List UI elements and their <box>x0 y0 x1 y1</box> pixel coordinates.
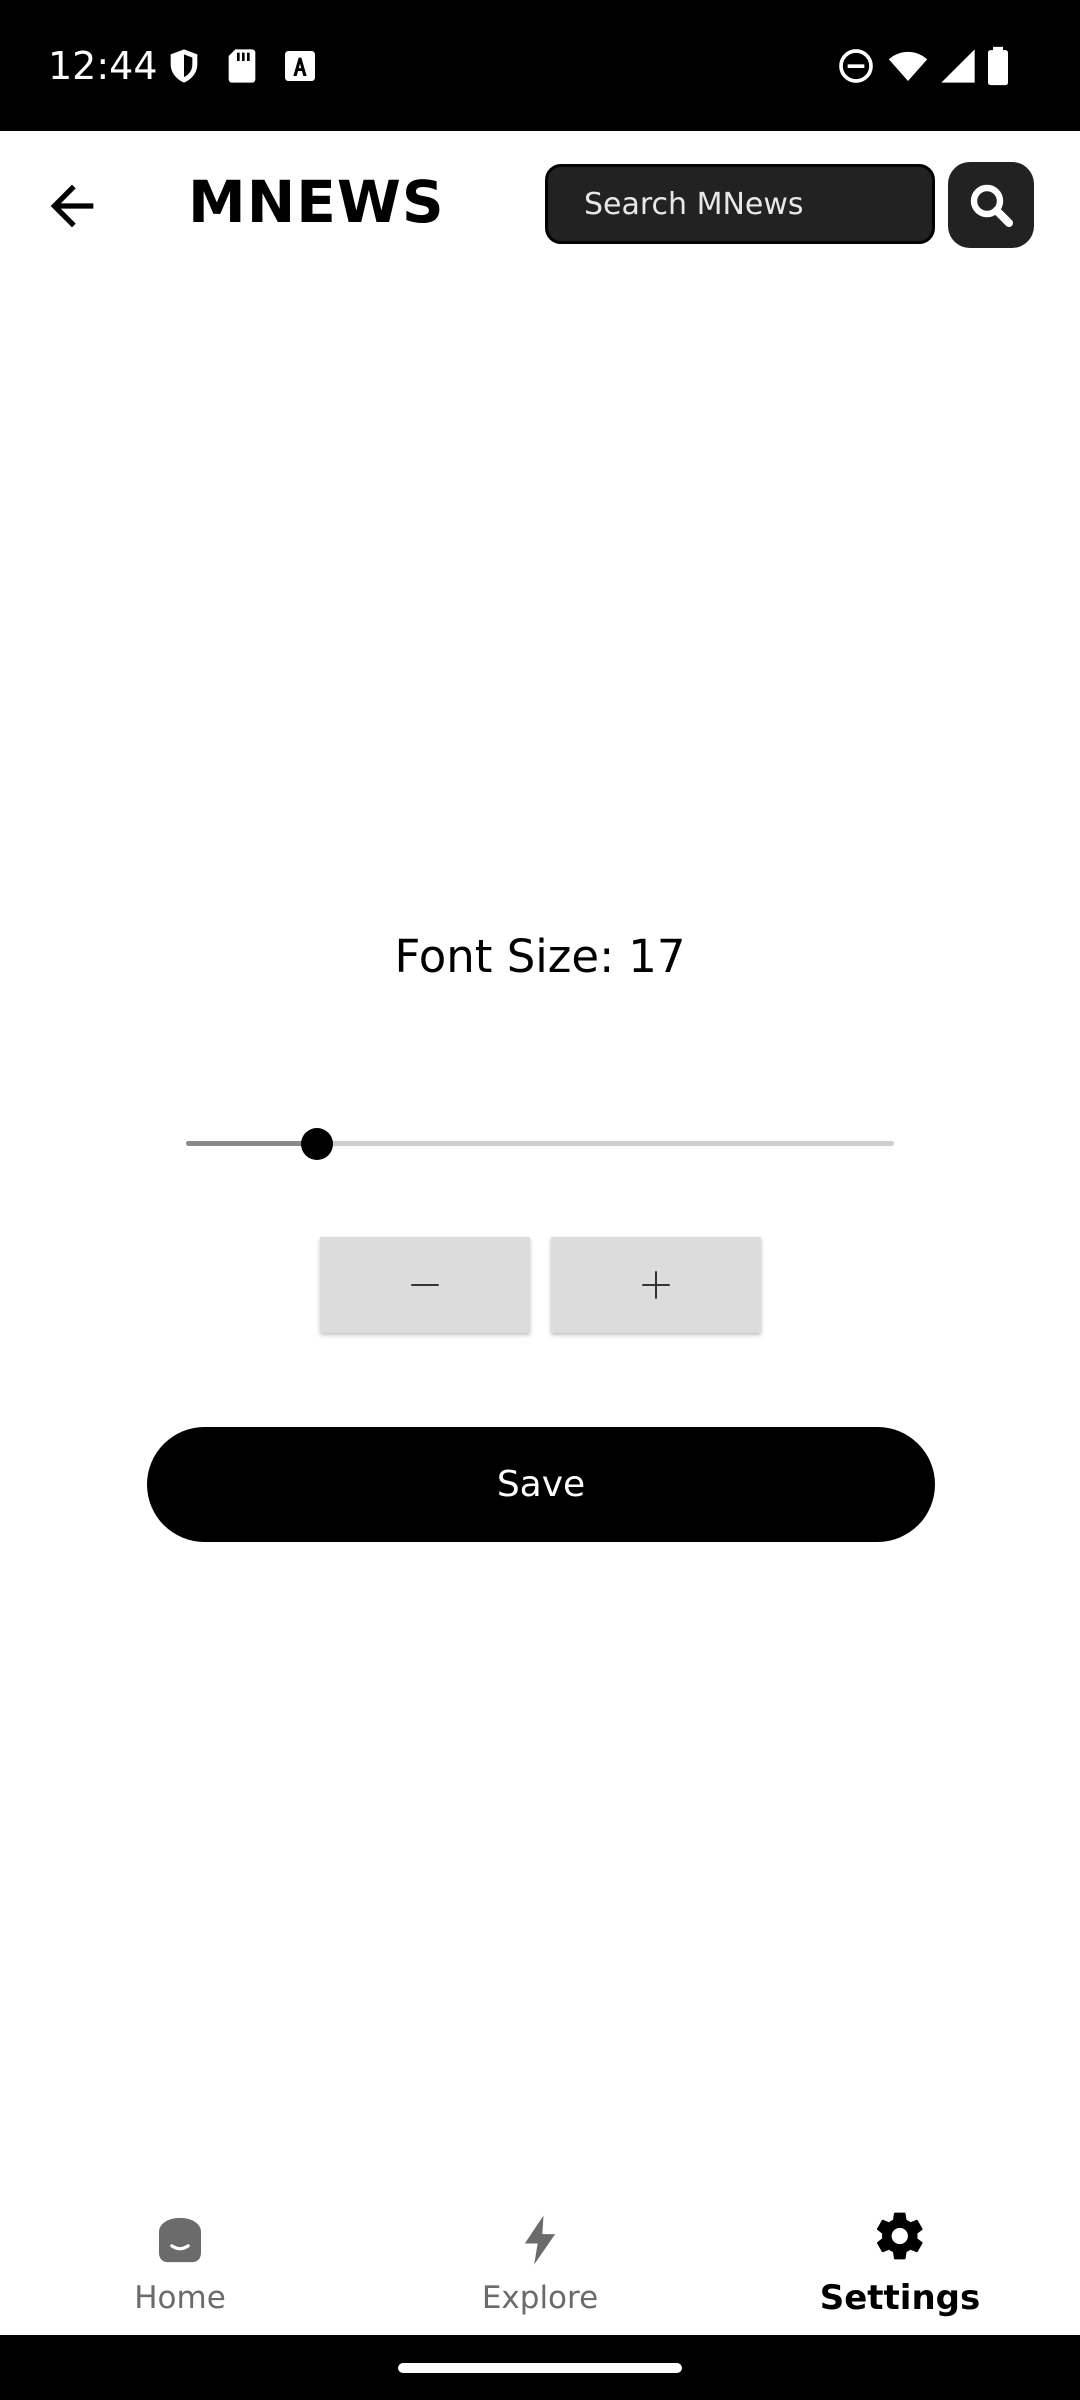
sd-card-icon <box>222 46 262 86</box>
app-logo: MNEWS <box>188 168 445 236</box>
signal-icon <box>938 46 978 86</box>
font-a-icon <box>280 46 320 86</box>
slider-fill <box>186 1141 317 1146</box>
lightning-icon <box>512 2212 568 2268</box>
home-icon <box>152 2212 208 2268</box>
gesture-handle[interactable] <box>398 2363 682 2373</box>
nav-label-home: Home <box>134 2280 226 2316</box>
font-size-slider[interactable] <box>186 1120 894 1168</box>
app-header: MNEWS <box>0 131 1080 281</box>
decrease-font-button[interactable] <box>320 1237 530 1333</box>
font-size-value: 17 <box>628 930 686 983</box>
do-not-disturb-icon <box>836 46 876 86</box>
system-nav-bar <box>0 2335 1080 2400</box>
gear-icon <box>872 2208 928 2264</box>
minus-icon <box>411 1284 439 1286</box>
save-button[interactable]: Save <box>147 1427 935 1542</box>
nav-label-explore: Explore <box>481 2280 599 2316</box>
arrow-left-icon <box>50 184 94 228</box>
battery-icon <box>984 46 1012 86</box>
status-time: 12:44 <box>48 44 158 88</box>
shield-icon <box>164 46 204 86</box>
nav-item-settings[interactable]: Settings <box>720 2190 1080 2335</box>
slider-thumb[interactable] <box>301 1128 333 1160</box>
wifi-icon <box>886 46 930 86</box>
plus-icon <box>642 1271 670 1299</box>
bottom-nav: Home Explore Settings <box>0 2190 1080 2335</box>
status-bar: 12:44 <box>0 0 1080 131</box>
search-input[interactable] <box>545 164 935 244</box>
font-size-label: Font Size: 17 <box>0 925 1080 989</box>
font-size-label-text: Font Size: <box>394 930 615 983</box>
back-button[interactable] <box>40 174 104 238</box>
nav-item-home[interactable]: Home <box>0 2190 360 2335</box>
increase-font-button[interactable] <box>551 1237 761 1333</box>
search-button[interactable] <box>948 162 1034 248</box>
nav-item-explore[interactable]: Explore <box>360 2190 720 2335</box>
search-icon <box>970 184 1013 227</box>
nav-label-settings: Settings <box>819 2278 981 2318</box>
